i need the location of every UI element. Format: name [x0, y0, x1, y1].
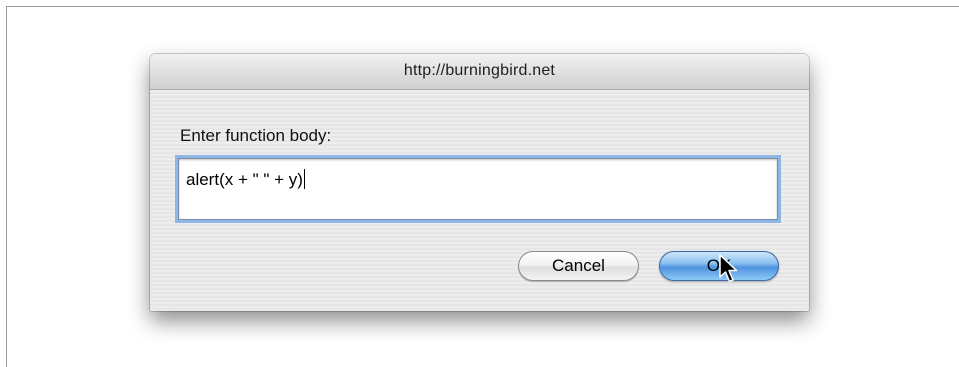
function-body-input[interactable]: alert(x + " " + y): [178, 158, 778, 220]
prompt-label: Enter function body:: [180, 126, 332, 145]
cancel-button[interactable]: Cancel: [518, 251, 639, 281]
function-body-value: alert(x + " " + y): [186, 170, 303, 189]
prompt-dialog: http://burningbird.net Enter function bo…: [150, 54, 809, 311]
dialog-titlebar: http://burningbird.net: [150, 54, 809, 90]
mouse-pointer-icon: [719, 254, 738, 283]
dialog-title: http://burningbird.net: [403, 62, 556, 79]
text-caret: [303, 169, 305, 189]
